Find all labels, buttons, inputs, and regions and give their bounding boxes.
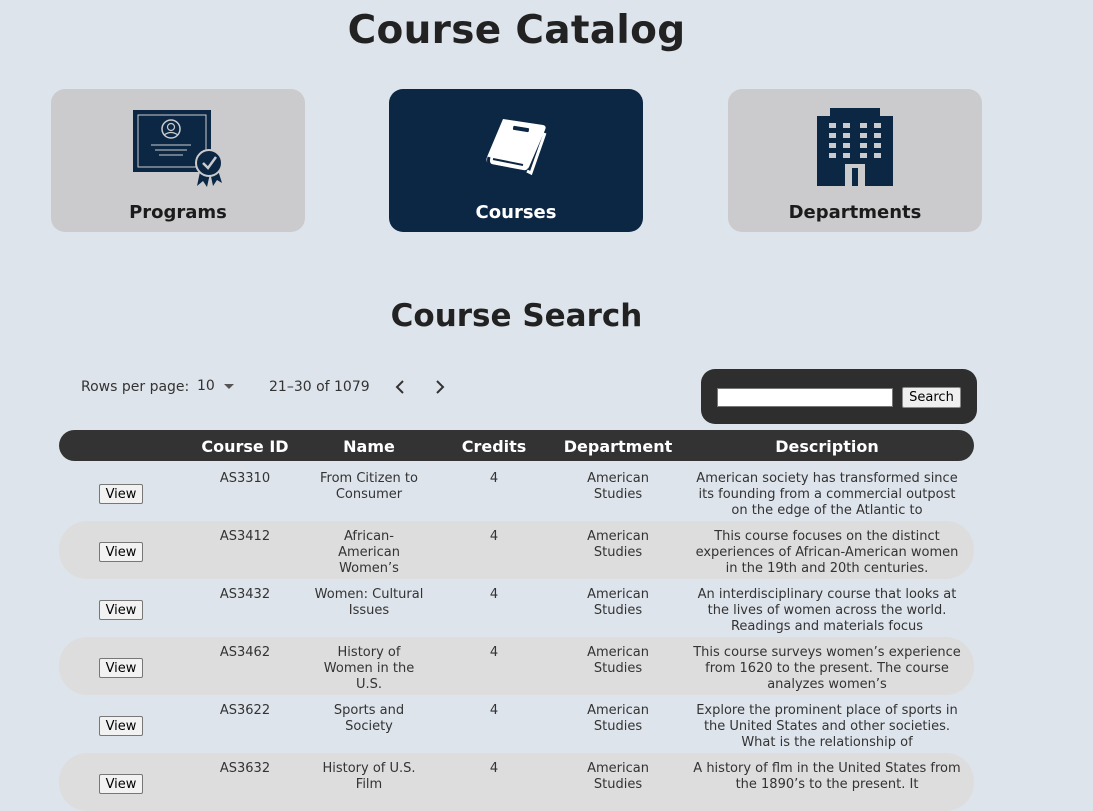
caret-down-icon — [223, 383, 234, 389]
cell-department: American Studies — [587, 703, 649, 734]
book-icon — [486, 119, 547, 176]
cell-department: American Studies — [587, 471, 649, 502]
cell-course-id: AS3632 — [219, 761, 271, 776]
cell-department: American Studies — [587, 529, 649, 560]
view-button[interactable]: View — [99, 542, 143, 562]
nav-card-courses[interactable]: Courses — [389, 89, 643, 232]
pagination-range: 21–30 of 1079 — [269, 379, 370, 395]
column-header-name: Name — [343, 437, 395, 456]
cell-course-name: History of Women in the U.S. — [323, 645, 415, 692]
cell-credits: 4 — [489, 471, 499, 486]
table-row: View AS3622 Sports and Society 4 America… — [59, 695, 974, 753]
rows-per-page-label: Rows per page: — [81, 379, 190, 395]
view-button[interactable]: View — [99, 774, 143, 794]
search-input[interactable] — [717, 388, 893, 407]
cell-course-name: African-American Women’s — [338, 529, 400, 576]
building-icon — [817, 108, 893, 186]
column-header-department: Department — [563, 437, 673, 456]
cell-description: This course focuses on the distinct expe… — [695, 529, 959, 576]
column-header-description: Description — [775, 437, 879, 456]
cell-description: American society has transformed since i… — [696, 471, 958, 518]
cell-credits: 4 — [489, 587, 499, 602]
table-row: View AS3412 African-American Women’s 4 A… — [59, 521, 974, 579]
cell-description: A history of flm in the United States fr… — [693, 761, 961, 792]
rows-per-page-select[interactable]: 10 — [197, 378, 234, 394]
table-row: View AS3432 Women: Cultural Issues 4 Ame… — [59, 579, 974, 637]
cell-course-name: From Citizen to Consumer — [320, 471, 418, 502]
cell-credits: 4 — [489, 761, 499, 776]
chevron-right-icon[interactable] — [430, 378, 450, 396]
cell-course-id: AS3462 — [219, 645, 271, 660]
page-title: Course Catalog — [347, 8, 686, 53]
cell-course-name: Sports and Society — [333, 703, 405, 734]
column-header-course-id: Course ID — [201, 437, 289, 456]
cell-course-id: AS3412 — [219, 529, 271, 544]
rows-per-page-value: 10 — [197, 378, 215, 394]
table-row: View AS3462 History of Women in the U.S.… — [59, 637, 974, 695]
cell-department: American Studies — [587, 761, 649, 792]
table-row: View AS3310 From Citizen to Consumer 4 A… — [59, 463, 974, 521]
view-button[interactable]: View — [99, 716, 143, 736]
search-button[interactable]: Search — [902, 387, 961, 408]
search-box: Search — [701, 369, 977, 424]
cell-course-id: AS3432 — [219, 587, 271, 602]
certificate-icon — [133, 110, 223, 187]
nav-card-label: Programs — [129, 202, 227, 223]
cell-description: An interdisciplinary course that looks a… — [697, 587, 957, 634]
nav-card-label: Departments — [788, 202, 922, 223]
nav-card-programs[interactable]: Programs — [51, 89, 305, 232]
view-button[interactable]: View — [99, 600, 143, 620]
view-button[interactable]: View — [99, 484, 143, 504]
cell-course-name: Women: Cultural Issues — [314, 587, 424, 618]
table-row: View AS3632 History of U.S. Film 4 Ameri… — [59, 753, 974, 811]
cell-course-name: History of U.S. Film — [322, 761, 416, 792]
section-title: Course Search — [390, 298, 643, 334]
cell-credits: 4 — [489, 703, 499, 718]
table-header: Course ID Name Credits Department Descri… — [59, 430, 974, 461]
cell-description: This course surveys women’s experience f… — [693, 645, 961, 692]
cell-department: American Studies — [587, 645, 649, 676]
cell-credits: 4 — [489, 645, 499, 660]
cell-course-id: AS3622 — [219, 703, 271, 718]
cell-credits: 4 — [489, 529, 499, 544]
nav-card-departments[interactable]: Departments — [728, 89, 982, 232]
chevron-left-icon[interactable] — [390, 378, 410, 396]
nav-card-label: Courses — [475, 202, 557, 223]
view-button[interactable]: View — [99, 658, 143, 678]
column-header-credits: Credits — [461, 437, 527, 456]
cell-course-id: AS3310 — [219, 471, 271, 486]
cell-department: American Studies — [587, 587, 649, 618]
cell-description: Explore the prominent place of sports in… — [696, 703, 958, 750]
